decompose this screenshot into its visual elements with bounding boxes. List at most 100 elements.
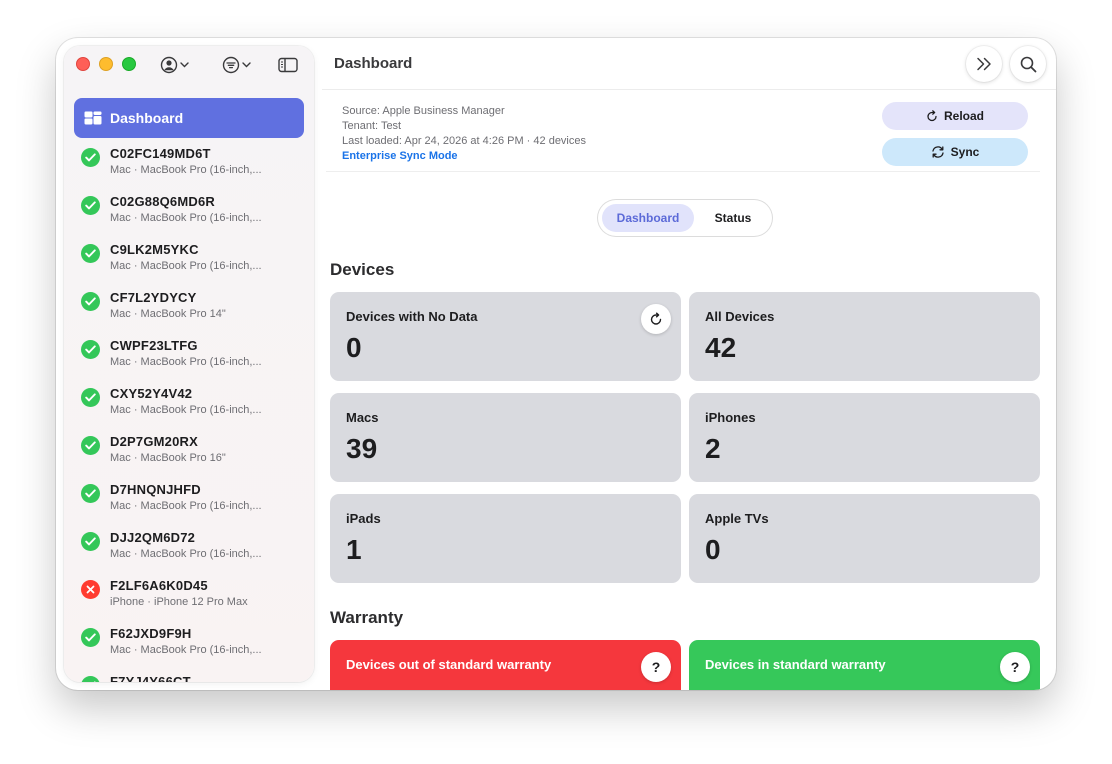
card-value: 0 (346, 332, 362, 363)
card-all-devices[interactable]: All Devices 42 (689, 292, 1040, 381)
sidebar-toggle-icon (278, 57, 298, 73)
card-iphones[interactable]: iPhones 2 (689, 393, 1040, 482)
device-subtitle: Mac · MacBook Pro (16-inch,... (110, 164, 262, 176)
device-subtitle: iPhone · iPhone 12 Pro Max (110, 596, 248, 608)
card-label: Macs (346, 410, 379, 425)
card-value: 0 (705, 534, 721, 565)
status-ok-icon (81, 148, 100, 167)
help-button[interactable]: ? (641, 652, 671, 682)
device-list-item[interactable]: C02G88Q6MD6R Mac · MacBook Pro (16-inch,.… (74, 186, 304, 234)
card-value: 1 (346, 534, 362, 565)
checkmark-icon (93, 681, 96, 682)
device-list-item[interactable]: CF7L2YDYCY Mac · MacBook Pro 14" (74, 282, 304, 330)
device-subtitle: Mac · MacBook Pro (16-inch,... (110, 548, 262, 560)
status-ok-icon (81, 484, 100, 503)
device-list-item[interactable]: CXY52Y4V42 Mac · MacBook Pro (16-inch,... (74, 378, 304, 426)
tab-status[interactable]: Status (698, 204, 768, 232)
device-subtitle: Mac · MacBook Pro 14" (110, 308, 226, 320)
close-window-button[interactable] (76, 57, 90, 71)
card-label: Apple TVs (705, 511, 769, 526)
zoom-window-button[interactable] (122, 57, 136, 71)
card-label: All Devices (705, 309, 775, 324)
sync-button[interactable]: Sync (882, 138, 1028, 166)
device-serial: DJJ2QM6D72 (110, 530, 196, 545)
xmark-icon (86, 585, 95, 594)
window-controls (76, 57, 136, 71)
checkmark-icon (85, 537, 96, 546)
device-list-item[interactable]: F7YJ4Y66CT (74, 666, 304, 682)
card-macs[interactable]: Macs 39 (330, 393, 681, 482)
card-label: Devices out of standard warranty (346, 657, 552, 672)
account-menu-button[interactable] (160, 54, 189, 76)
device-list-item[interactable]: DJJ2QM6D72 Mac · MacBook Pro (16-inch,... (74, 522, 304, 570)
device-subtitle: Mac · MacBook Pro 16" (110, 452, 226, 464)
refresh-button[interactable] (641, 304, 671, 334)
device-serial: C02FC149MD6T (110, 146, 211, 161)
device-list-item[interactable]: C9LK2M5YKC Mac · MacBook Pro (16-inch,... (74, 234, 304, 282)
checkmark-icon (85, 441, 96, 450)
device-serial: F7YJ4Y66CT (110, 674, 191, 682)
enterprise-sync-mode-link[interactable]: Enterprise Sync Mode (342, 149, 586, 164)
device-subtitle: Mac · MacBook Pro (16-inch,... (110, 212, 262, 224)
source-text: Source: Apple Business Manager (342, 105, 505, 117)
sidebar-list: Dashboard C02FC149MD6T Mac · MacBook Pro … (74, 98, 304, 682)
app-window: Dashboard C02FC149MD6T Mac · MacBook Pro … (56, 38, 1056, 690)
device-list-item[interactable]: C02FC149MD6T Mac · MacBook Pro (16-inch,.… (74, 138, 304, 186)
device-serial: C02G88Q6MD6R (110, 194, 215, 209)
sidebar-item-dashboard[interactable]: Dashboard (74, 98, 304, 138)
device-serial: F62JXD9F9H (110, 626, 192, 641)
card-label: Devices in standard warranty (705, 657, 886, 672)
card-warranty-in[interactable]: Devices in standard warranty ? (689, 640, 1040, 690)
device-list-item[interactable]: CWPF23LTFG Mac · MacBook Pro (16-inch,... (74, 330, 304, 378)
page-title: Dashboard (334, 55, 413, 72)
help-button[interactable]: ? (1000, 652, 1030, 682)
device-serial: F2LF6A6K0D45 (110, 578, 208, 593)
status-error-icon (81, 580, 100, 599)
card-warranty-out[interactable]: Devices out of standard warranty ? (330, 640, 681, 690)
device-list-item[interactable]: D7HNQNJHFD Mac · MacBook Pro (16-inch,... (74, 474, 304, 522)
checkmark-icon (85, 633, 96, 642)
refresh-icon (650, 312, 662, 325)
card-devices-no-data[interactable]: Devices with No Data 0 (330, 292, 681, 381)
sync-label: Sync (950, 145, 980, 159)
reload-icon (927, 110, 937, 122)
device-subtitle: Mac · MacBook Pro (16-inch,... (110, 404, 262, 416)
reload-label: Reload (943, 109, 984, 123)
device-serial: D2P7GM20RX (110, 434, 198, 449)
tab-dashboard[interactable]: Dashboard (602, 204, 694, 232)
checkmark-icon (85, 489, 96, 498)
source-info: Source: Apple Business Manager Tenant: T… (342, 104, 586, 164)
source-info-panel: Source: Apple Business Manager Tenant: T… (326, 92, 1040, 172)
device-subtitle: Mac · MacBook Pro (16-inch,... (110, 356, 262, 368)
minimize-window-button[interactable] (99, 57, 113, 71)
device-serial: CF7L2YDYCY (110, 290, 197, 305)
sidebar: Dashboard C02FC149MD6T Mac · MacBook Pro … (64, 46, 314, 682)
device-list-item[interactable]: D2P7GM20RX Mac · MacBook Pro 16" (74, 426, 304, 474)
checkmark-icon (85, 249, 96, 258)
filter-menu-button[interactable] (222, 54, 251, 76)
warranty-section-title: Warranty (330, 608, 404, 627)
tenant-text: Tenant: Test (342, 120, 402, 132)
status-ok-icon (81, 532, 100, 551)
card-ipads[interactable]: iPads 1 (330, 494, 681, 583)
checkmark-icon (85, 201, 96, 210)
reload-button[interactable]: Reload (882, 102, 1028, 130)
device-list-item[interactable]: F62JXD9F9H Mac · MacBook Pro (16-inch,... (74, 618, 304, 666)
device-serial: CXY52Y4V42 (110, 386, 193, 401)
status-ok-icon (81, 436, 100, 455)
dashboard-icon (84, 111, 102, 125)
card-value: 42 (705, 332, 737, 363)
device-subtitle: Mac · MacBook Pro (16-inch,... (110, 500, 262, 512)
expand-button[interactable] (966, 46, 1002, 82)
device-list-item[interactable]: F2LF6A6K0D45 iPhone · iPhone 12 Pro Max (74, 570, 304, 618)
last-loaded-text: Last loaded: Apr 24, 2026 at 4:26 PM · 4… (342, 135, 586, 147)
checkmark-icon (85, 297, 96, 306)
sync-icon (932, 146, 944, 158)
status-ok-icon (81, 292, 100, 311)
card-apple-tvs[interactable]: Apple TVs 0 (689, 494, 1040, 583)
status-ok-icon (81, 196, 100, 215)
card-value: 39 (346, 433, 378, 464)
sidebar-toggle-button[interactable] (278, 54, 298, 76)
search-button[interactable] (1010, 46, 1046, 82)
chevrons-right-icon (977, 57, 991, 71)
